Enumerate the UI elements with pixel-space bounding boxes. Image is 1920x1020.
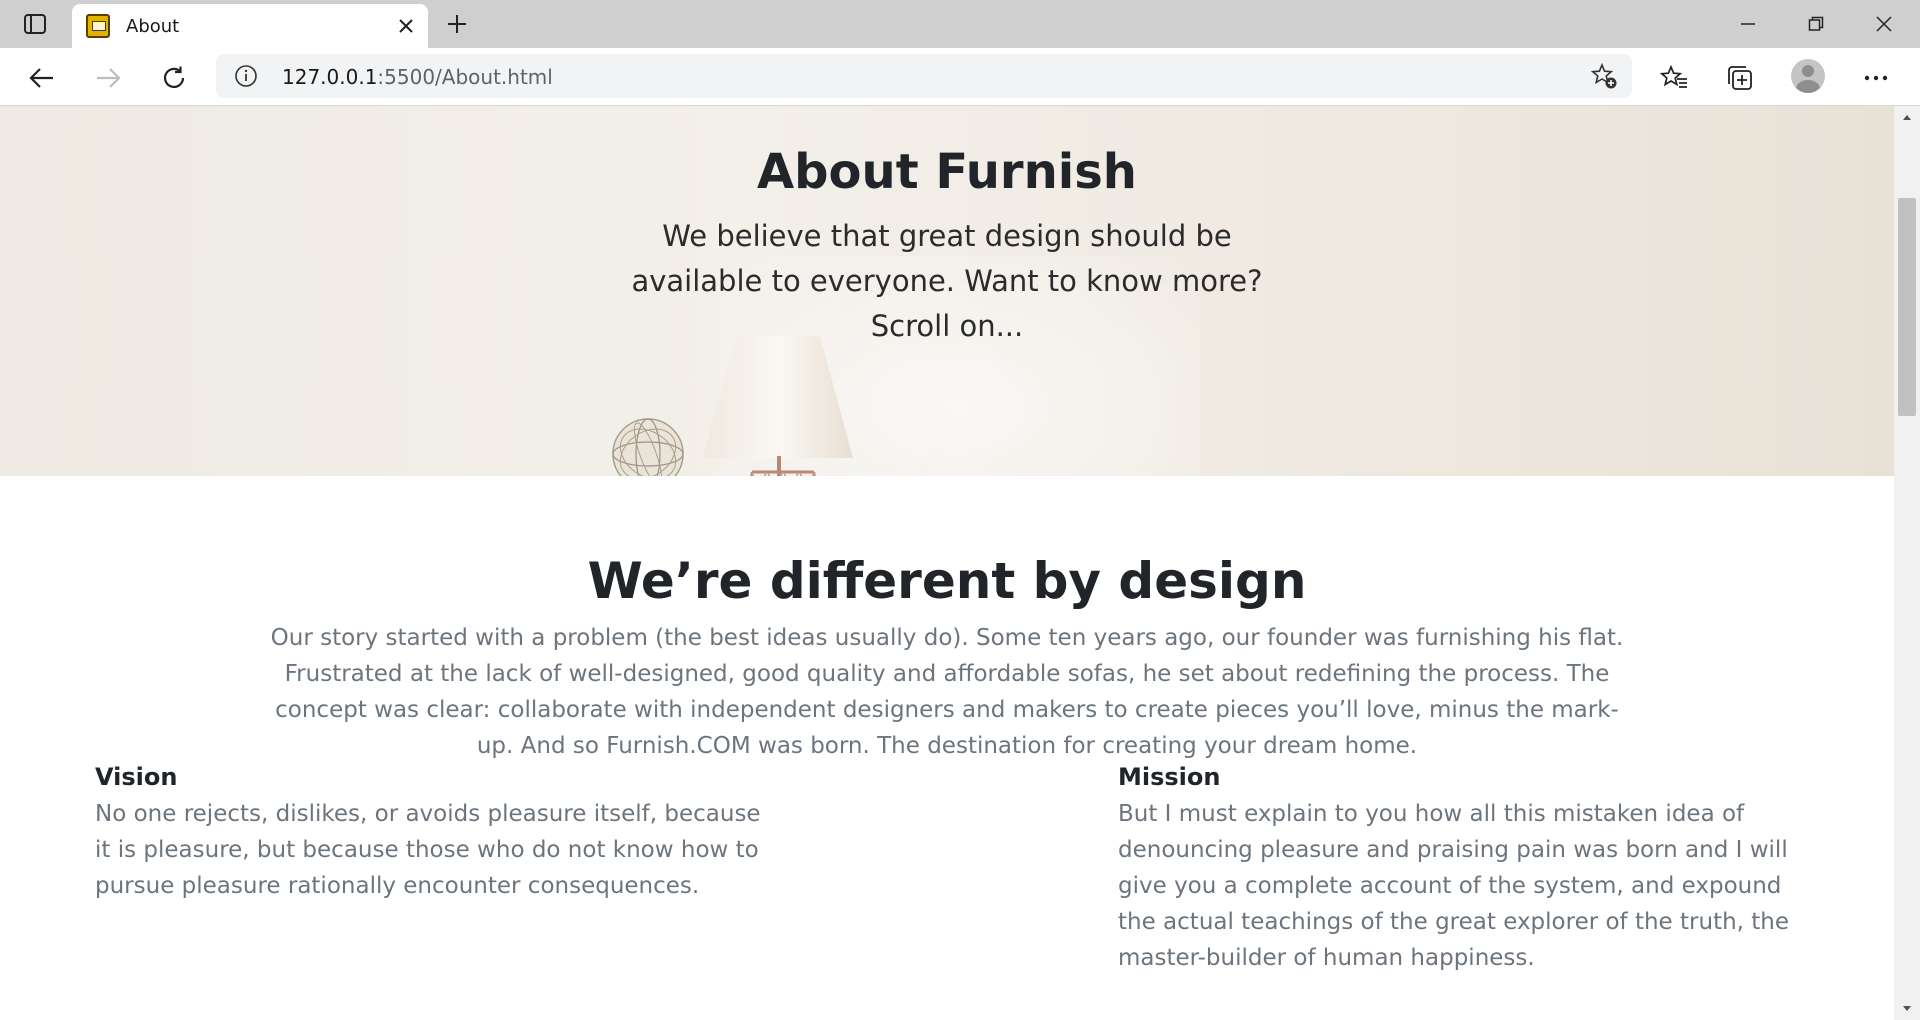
mission-text: But I must explain to you how all this m… — [1118, 801, 1790, 971]
section-title: We’re different by design — [587, 552, 1307, 610]
scrollbar-thumb[interactable] — [1898, 198, 1916, 416]
mission-block: Mission But I must explain to you how al… — [1118, 760, 1818, 976]
url-path: :5500/About.html — [377, 65, 553, 89]
restore-icon[interactable] — [1792, 8, 1840, 40]
window-close-icon[interactable] — [1860, 8, 1908, 40]
vision-block: Vision No one rejects, dislikes, or avoi… — [95, 760, 775, 904]
hero-subtitle: We believe that great design should be a… — [631, 219, 1263, 343]
scroll-down-arrow-icon[interactable] — [1894, 998, 1920, 1020]
mission-heading: Mission — [1118, 763, 1221, 791]
back-arrow-icon[interactable] — [24, 60, 60, 96]
browser-toolbar: 127.0.0.1:5500/About.html — [0, 48, 1920, 106]
decorative-ball-image — [610, 416, 686, 476]
star-plus-icon[interactable] — [1590, 62, 1618, 90]
collections-icon[interactable] — [1722, 60, 1758, 96]
page-viewport: About Furnish We believe that great desi… — [0, 106, 1894, 1020]
url-text[interactable]: 127.0.0.1:5500/About.html — [282, 65, 553, 89]
more-icon[interactable] — [1858, 60, 1894, 96]
lamp-base-image — [740, 470, 826, 476]
plus-icon[interactable] — [440, 10, 474, 38]
story-paragraph: Our story started with a problem (the be… — [270, 625, 1624, 759]
hero-section: About Furnish We believe that great desi… — [0, 106, 1894, 476]
browser-tab-about[interactable]: About — [72, 4, 428, 48]
tab-title: About — [126, 16, 180, 37]
forward-arrow-icon[interactable] — [90, 60, 126, 96]
vertical-scrollbar[interactable] — [1894, 106, 1920, 1020]
close-icon[interactable] — [394, 14, 418, 38]
refresh-icon[interactable] — [156, 60, 192, 96]
tab-bar: About — [0, 0, 1920, 48]
url-host: 127.0.0.1 — [282, 65, 378, 89]
address-bar[interactable]: 127.0.0.1:5500/About.html — [216, 54, 1632, 98]
vision-heading: Vision — [95, 763, 178, 791]
avatar[interactable] — [1791, 59, 1825, 93]
hero-title: About Furnish — [757, 144, 1137, 200]
info-icon[interactable] — [234, 64, 258, 88]
tab-actions-icon[interactable] — [18, 10, 52, 38]
vision-text: No one rejects, dislikes, or avoids plea… — [95, 801, 761, 899]
minimize-icon[interactable] — [1724, 8, 1772, 40]
scroll-up-arrow-icon[interactable] — [1894, 106, 1920, 128]
favorites-icon[interactable] — [1656, 60, 1692, 96]
favicon-icon — [86, 14, 110, 38]
